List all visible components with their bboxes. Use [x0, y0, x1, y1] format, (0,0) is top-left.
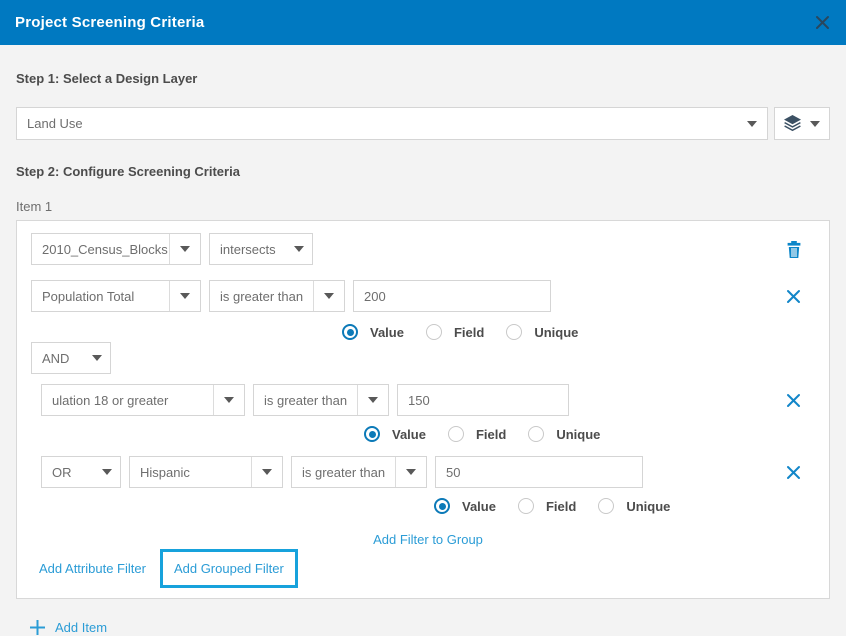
design-layer-value: Land Use: [17, 108, 737, 139]
group-filter-row-2: OR Hispanic is greater than: [41, 456, 815, 488]
delete-item-button[interactable]: [787, 241, 801, 258]
attribute-filter-row-1: Population Total is greater than: [31, 280, 815, 312]
design-layer-row: Land Use: [16, 107, 830, 140]
dialog-body: Step 1: Select a Design Layer Land Use S…: [0, 71, 846, 636]
radio-value-1[interactable]: Value: [342, 324, 404, 340]
radio-field-3[interactable]: Field: [518, 498, 576, 514]
group-field-select-2[interactable]: Hispanic: [129, 456, 283, 488]
step2-label: Step 2: Configure Screening Criteria: [16, 164, 830, 179]
radio-field-2[interactable]: Field: [448, 426, 506, 442]
radio-selected-icon: [364, 426, 380, 442]
add-grouped-filter-link[interactable]: Add Grouped Filter: [174, 561, 284, 576]
group-operator-value-2: is greater than: [292, 457, 395, 487]
chevron-down-icon: [169, 234, 200, 264]
item-panel: 2010_Census_Blocks intersects: [16, 220, 830, 599]
operator-select-1[interactable]: is greater than: [209, 280, 345, 312]
conjunction-value: AND: [32, 343, 84, 373]
grouped-filters: ulation 18 or greater is greater than: [41, 384, 815, 547]
chevron-down-icon: [213, 385, 244, 415]
layers-icon: [776, 108, 802, 139]
chevron-down-icon: [357, 385, 388, 415]
conjunction-row: AND: [31, 342, 815, 374]
radio-unselected-icon: [506, 324, 522, 340]
mode-radio-group-1: Value Field Unique: [342, 322, 815, 342]
close-x-icon: [786, 289, 801, 304]
dialog-header: Project Screening Criteria: [0, 0, 846, 45]
add-grouped-filter-highlight: Add Grouped Filter: [160, 549, 298, 588]
group-conjunction-value: OR: [42, 457, 94, 487]
item-label: Item 1: [16, 199, 830, 214]
group-value-input-2[interactable]: [435, 456, 643, 488]
group-field-select-1[interactable]: ulation 18 or greater: [41, 384, 245, 416]
radio-unselected-icon: [448, 426, 464, 442]
remove-group-filter-button-2[interactable]: [786, 465, 801, 480]
radio-value-2[interactable]: Value: [364, 426, 426, 442]
close-x-icon: [786, 465, 801, 480]
trash-icon: [787, 241, 801, 258]
close-icon[interactable]: [814, 14, 831, 31]
dialog-title: Project Screening Criteria: [15, 14, 204, 31]
group-operator-value-1: is greater than: [254, 385, 357, 415]
group-value-input-1[interactable]: [397, 384, 569, 416]
design-layer-select[interactable]: Land Use: [16, 107, 768, 140]
chevron-down-icon: [251, 457, 282, 487]
spatial-filter-row: 2010_Census_Blocks intersects: [31, 233, 815, 265]
project-screening-dialog: Project Screening Criteria Step 1: Selec…: [0, 0, 846, 636]
spatial-operator-value: intersects: [210, 234, 286, 264]
chevron-down-icon: [313, 281, 344, 311]
chevron-down-icon: [286, 234, 312, 264]
remove-filter-button-1[interactable]: [786, 289, 801, 304]
radio-unselected-icon: [426, 324, 442, 340]
screening-layer-value: 2010_Census_Blocks: [32, 234, 169, 264]
mode-radio-group-3: Value Field Unique: [434, 496, 815, 516]
add-item-label: Add Item: [55, 620, 107, 635]
chevron-down-icon: [802, 108, 828, 139]
operator-value-1: is greater than: [210, 281, 313, 311]
group-filter-row-1: ulation 18 or greater is greater than: [41, 384, 815, 416]
radio-unique-2[interactable]: Unique: [528, 426, 600, 442]
add-attribute-filter-link[interactable]: Add Attribute Filter: [39, 561, 146, 576]
group-field-value-2: Hispanic: [130, 457, 251, 487]
chevron-down-icon: [169, 281, 200, 311]
value-input-1[interactable]: [353, 280, 551, 312]
mode-radio-group-2: Value Field Unique: [364, 424, 815, 444]
remove-group-filter-button-1[interactable]: [786, 393, 801, 408]
radio-unique-3[interactable]: Unique: [598, 498, 670, 514]
field-select-1[interactable]: Population Total: [31, 280, 201, 312]
layer-options-button[interactable]: [774, 107, 830, 140]
radio-unselected-icon: [598, 498, 614, 514]
add-filter-to-group-row: Add Filter to Group: [41, 532, 815, 547]
group-operator-select-2[interactable]: is greater than: [291, 456, 427, 488]
field-value-1: Population Total: [32, 281, 169, 311]
radio-unselected-icon: [528, 426, 544, 442]
filter-actions-row: Add Attribute Filter Add Grouped Filter: [31, 549, 815, 588]
chevron-down-icon: [737, 108, 767, 139]
radio-value-3[interactable]: Value: [434, 498, 496, 514]
radio-unique-1[interactable]: Unique: [506, 324, 578, 340]
screening-layer-select[interactable]: 2010_Census_Blocks: [31, 233, 201, 265]
conjunction-select[interactable]: AND: [31, 342, 111, 374]
close-x-icon: [786, 393, 801, 408]
radio-unselected-icon: [518, 498, 534, 514]
step1-label: Step 1: Select a Design Layer: [16, 71, 830, 86]
group-operator-select-1[interactable]: is greater than: [253, 384, 389, 416]
add-filter-to-group-link[interactable]: Add Filter to Group: [373, 532, 483, 547]
group-field-value-1: ulation 18 or greater: [42, 385, 213, 415]
radio-selected-icon: [342, 324, 358, 340]
plus-icon: [29, 619, 46, 636]
chevron-down-icon: [395, 457, 426, 487]
chevron-down-icon: [94, 457, 120, 487]
group-conjunction-select[interactable]: OR: [41, 456, 121, 488]
add-item-button[interactable]: Add Item: [16, 619, 830, 636]
chevron-down-icon: [84, 343, 110, 373]
radio-selected-icon: [434, 498, 450, 514]
spatial-operator-select[interactable]: intersects: [209, 233, 313, 265]
radio-field-1[interactable]: Field: [426, 324, 484, 340]
